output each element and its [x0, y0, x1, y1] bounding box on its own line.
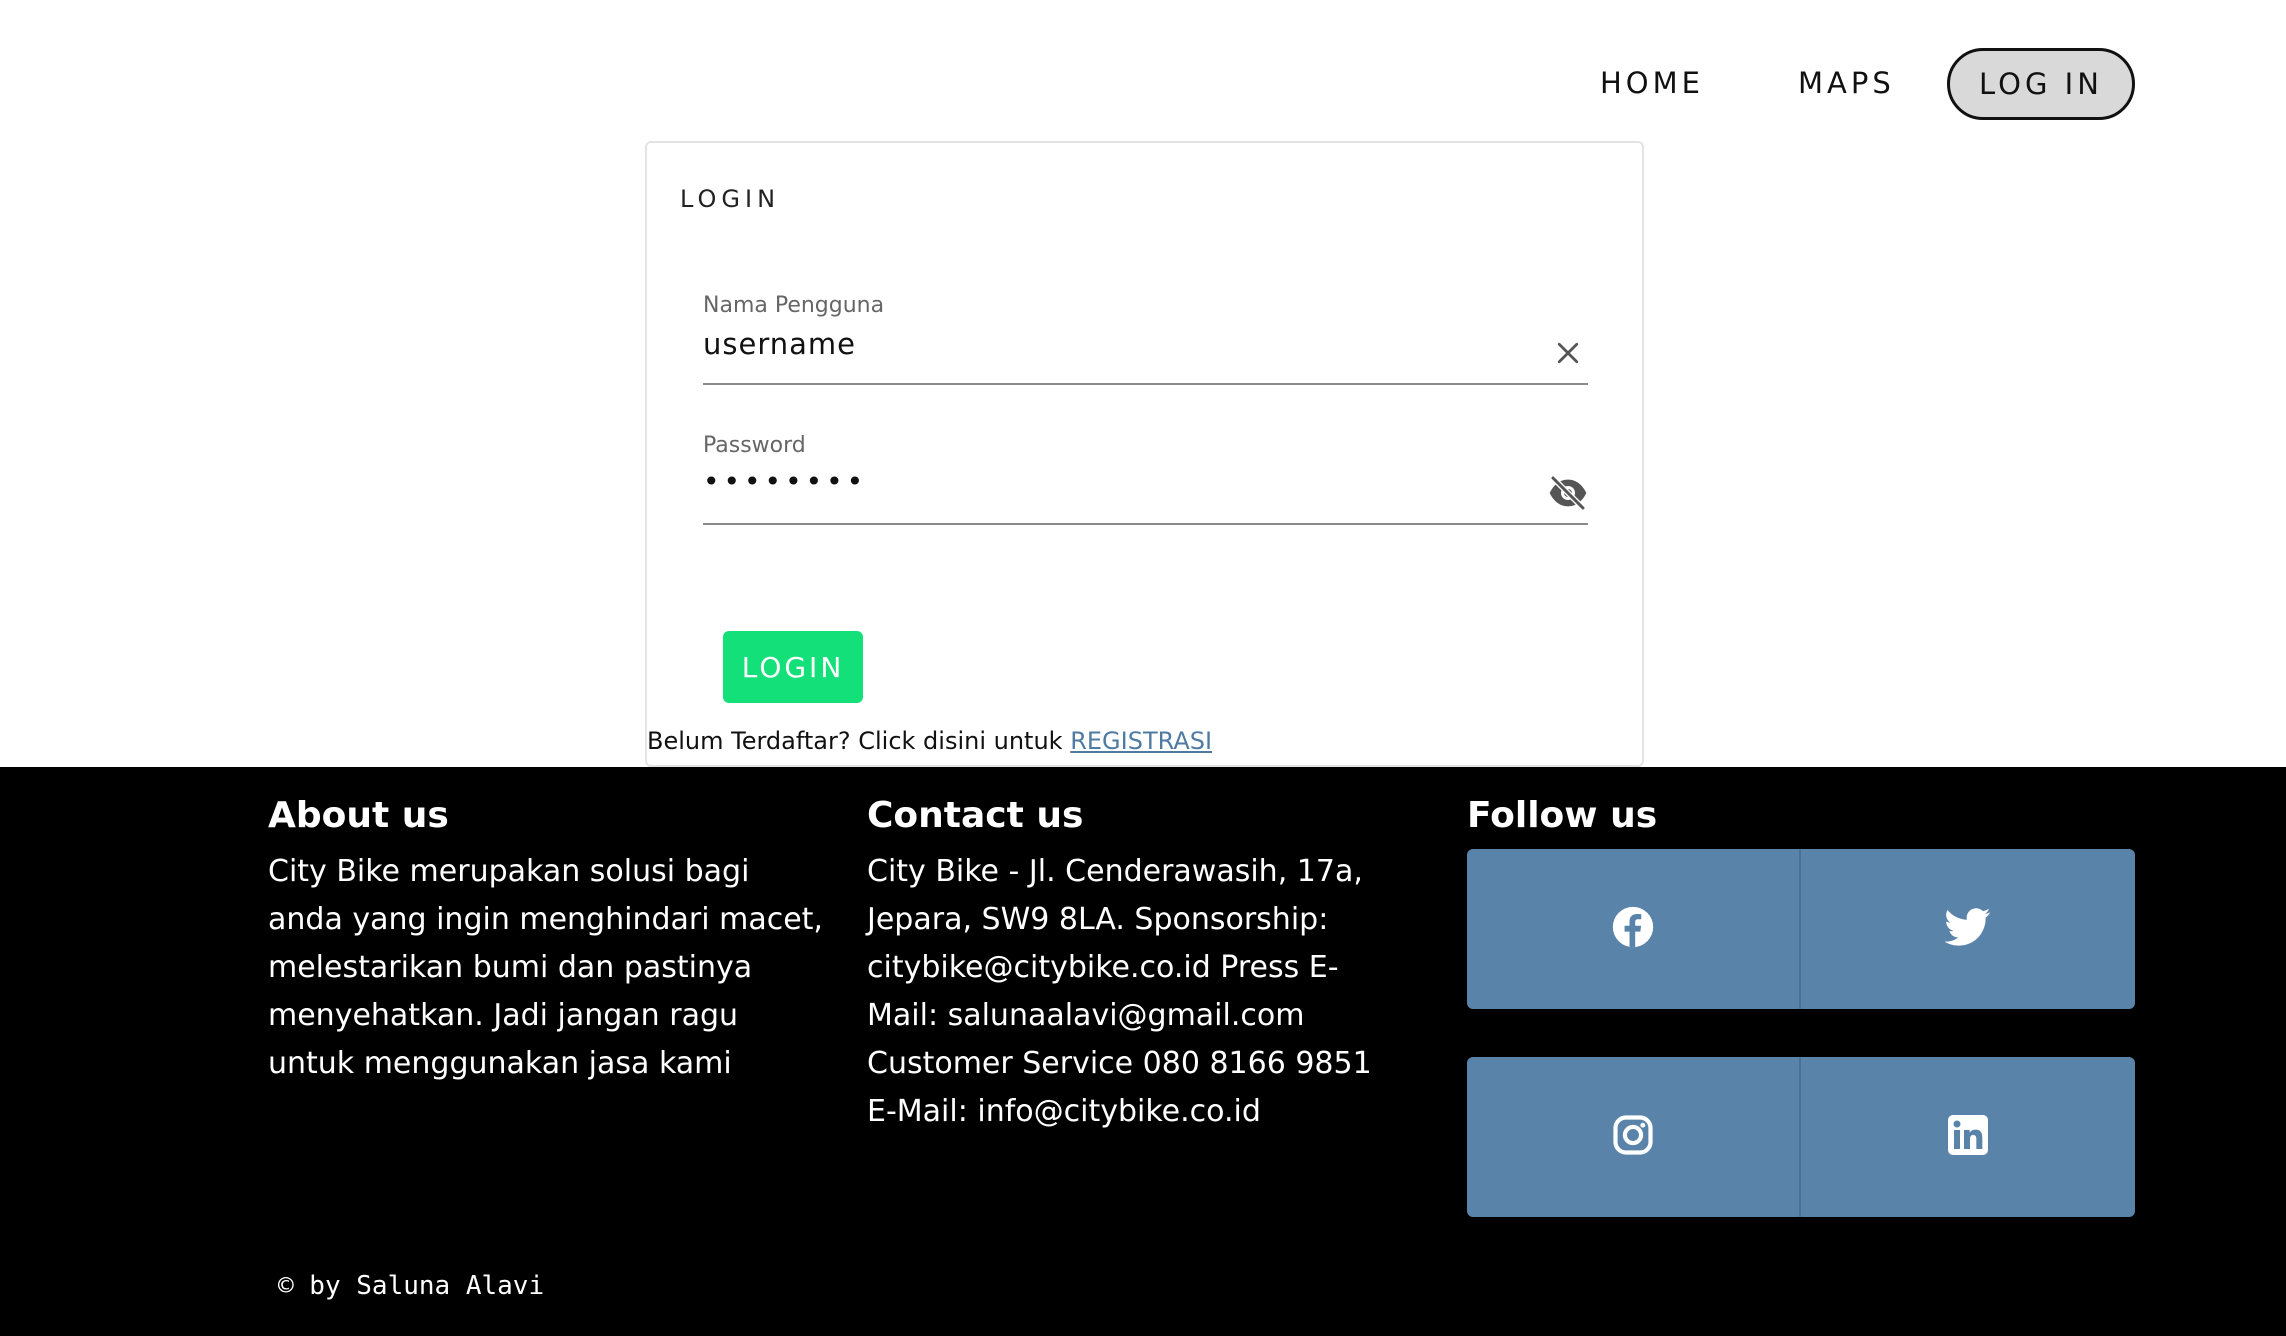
about-heading: About us: [268, 795, 449, 836]
login-submit-button[interactable]: LOGIN: [723, 631, 863, 703]
about-text: City Bike merupakan solusi bagi anda yan…: [268, 854, 823, 1081]
nav-home-link[interactable]: HOME: [1600, 66, 1704, 100]
register-prompt-text: Belum Terdaftar? Click disini untuk: [647, 727, 1071, 755]
facebook-button[interactable]: [1467, 849, 1801, 1009]
login-card-title: LOGIN: [680, 185, 781, 213]
twitter-button[interactable]: [1801, 849, 2135, 1009]
login-card: LOGIN Nama Pengguna username Password ••…: [645, 141, 1644, 767]
social-row: [1467, 1057, 2135, 1217]
nav-login-button[interactable]: LOG IN: [1947, 48, 2135, 120]
register-prompt: Belum Terdaftar? Click disini untuk REGI…: [647, 727, 1212, 755]
contact-text: City Bike - Jl. Cenderawasih, 17a, Jepar…: [867, 854, 1372, 1129]
register-link[interactable]: REGISTRASI: [1070, 727, 1212, 755]
footer: About us City Bike merupakan solusi bagi…: [0, 767, 2286, 1336]
social-row: [1467, 849, 2135, 1009]
username-input[interactable]: username: [703, 327, 856, 361]
instagram-button[interactable]: [1467, 1057, 1801, 1217]
footer-follow: Follow us: [1467, 793, 2135, 1217]
contact-heading: Contact us: [867, 795, 1084, 836]
copyright: © by Saluna Alavi: [278, 1271, 545, 1301]
close-icon[interactable]: [1548, 333, 1588, 373]
footer-contact: Contact us City Bike - Jl. Cenderawasih,…: [867, 793, 1407, 1136]
facebook-icon: [1611, 905, 1655, 953]
twitter-icon: [1944, 907, 1991, 951]
password-field[interactable]: Password ••••••••: [703, 433, 1588, 525]
password-input[interactable]: ••••••••: [703, 465, 867, 498]
top-navbar: HOME MAPS LOG IN: [0, 0, 2286, 140]
password-label: Password: [703, 433, 806, 458]
follow-heading: Follow us: [1467, 795, 1658, 836]
linkedin-icon: [1948, 1115, 1988, 1159]
username-label: Nama Pengguna: [703, 293, 885, 318]
footer-about: About us City Bike merupakan solusi bagi…: [268, 793, 828, 1088]
nav-maps-link[interactable]: MAPS: [1798, 66, 1895, 100]
linkedin-button[interactable]: [1801, 1057, 2135, 1217]
instagram-icon: [1612, 1114, 1654, 1160]
username-field[interactable]: Nama Pengguna username: [703, 293, 1588, 385]
eye-off-icon[interactable]: [1548, 473, 1588, 513]
